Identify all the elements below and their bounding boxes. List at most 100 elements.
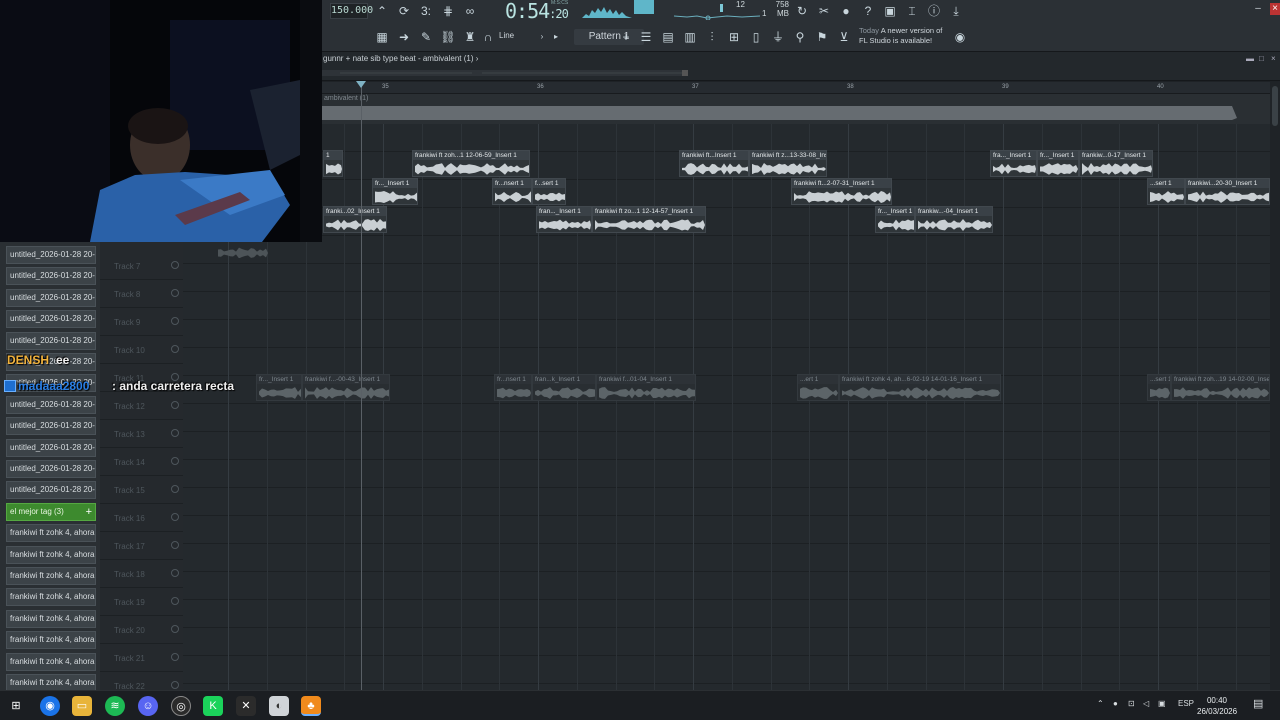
track-header[interactable]: Track 18	[100, 560, 183, 588]
audio-clip[interactable]: frankiwi ft zo...1 12-14-57_Insert 1	[592, 206, 706, 233]
track-mute-icon[interactable]	[171, 457, 179, 465]
picker-clip-item[interactable]: untitled_2026-01-28 20-...	[6, 310, 96, 329]
piano-roll-icon[interactable]: ▤	[660, 29, 676, 45]
picker-clip-item[interactable]: untitled_2026-01-28 20-...	[6, 267, 96, 286]
microphone-icon[interactable]: ●	[838, 3, 854, 19]
track-lane[interactable]	[183, 432, 1270, 460]
audio-clip[interactable]: frankiwi ft z...13-33-08_Insert 1	[749, 150, 827, 177]
playlist-grid[interactable]: 1 frankiwi ft zoh...1 12-06-59_Insert 1 fr…	[183, 124, 1270, 690]
track-header[interactable]: Track 9	[100, 308, 183, 336]
track-lane[interactable]	[183, 656, 1270, 684]
playlist-close-icon[interactable]: ×	[1271, 52, 1276, 65]
browser-icon[interactable]: ⊞	[726, 29, 742, 45]
track-mute-icon[interactable]	[171, 401, 179, 409]
track-lane[interactable]	[183, 544, 1270, 572]
picker-clip-item[interactable]: untitled_2026-01-28 20-...	[6, 246, 96, 264]
title-arrow[interactable]: ›	[476, 54, 479, 63]
picker-clip-item[interactable]: untitled_2026-01-28 20-...	[6, 395, 96, 414]
picker-clip-item[interactable]: frankiwi ft zohk 4, ahora...	[6, 631, 96, 650]
audio-clip[interactable]: ...sert 1	[1147, 178, 1185, 205]
track-header[interactable]: Track 16	[100, 504, 183, 532]
track-mute-icon[interactable]	[171, 569, 179, 577]
cart-icon[interactable]: ⊻	[836, 29, 852, 45]
track-lane[interactable]	[183, 264, 1270, 292]
audio-clip[interactable]: frankiwi ft zohk 4, ah...6-02-19 14-01-1…	[839, 374, 1001, 401]
track-mute-icon[interactable]	[171, 541, 179, 549]
help-icon[interactable]: ?	[860, 3, 876, 19]
picker-clip-item[interactable]: frankiwi ft zohk 4, ahora...	[6, 652, 96, 671]
audio-clip[interactable]: fr..._Insert 1	[875, 206, 915, 233]
info-icon[interactable]: ⓘ	[926, 3, 942, 19]
playlist-overview-bar[interactable]	[322, 65, 1280, 81]
link-icon[interactable]: ⛓	[440, 29, 456, 45]
discord-icon[interactable]: ☺	[138, 696, 158, 716]
vertical-scrollbar[interactable]	[1270, 82, 1280, 690]
track-lane[interactable]	[183, 572, 1270, 600]
audio-clip[interactable]: frankiwi f...-00-43_Insert 1	[302, 374, 390, 401]
track-lane[interactable]	[183, 488, 1270, 516]
track-header[interactable]: Track 17	[100, 532, 183, 560]
master-audio-clip[interactable]: ambivalent (1)	[322, 94, 1270, 124]
add-icon[interactable]: +	[86, 504, 92, 520]
track-header[interactable]: Track 13	[100, 420, 183, 448]
track-lane[interactable]	[183, 292, 1270, 320]
language-indicator[interactable]: ESP	[1178, 699, 1194, 708]
audio-clip[interactable]: fr...nsert 1	[492, 178, 532, 205]
cut-icon[interactable]: ✂	[816, 3, 832, 19]
track-header[interactable]: Track 8	[100, 280, 183, 308]
mixer-icon[interactable]: ⫶	[704, 29, 720, 45]
audio-clip[interactable]: frankiw...0-17_Insert 1	[1079, 150, 1153, 177]
scrollbar-thumb[interactable]	[1272, 86, 1278, 126]
track-lane[interactable]	[183, 320, 1270, 348]
track-lane[interactable]	[183, 404, 1270, 432]
audio-clip[interactable]: fr...nsert 1	[494, 374, 532, 401]
audio-clip[interactable]: fr..._Insert 1	[256, 374, 302, 401]
track-mute-icon[interactable]	[171, 429, 179, 437]
picker-clip-item[interactable]: untitled_2026-01-28 20-...	[6, 331, 96, 350]
playhead-marker[interactable]	[356, 81, 366, 88]
audio-clip[interactable]: frankiwi ft zoh...19 14-02-00_Insert 1	[1171, 374, 1270, 401]
picker-clip-item[interactable]: untitled_2026-01-28 20-...	[6, 288, 96, 307]
track-header[interactable]: Track 14	[100, 448, 183, 476]
news-panel[interactable]: Today A newer version of FL Studio is av…	[859, 26, 942, 46]
track-lane[interactable]	[183, 236, 1270, 264]
audio-clip[interactable]: ...ert 1	[797, 374, 839, 401]
track-mute-icon[interactable]	[171, 345, 179, 353]
track-header[interactable]: Track 15	[100, 476, 183, 504]
audio-clip[interactable]: fran..._Insert 1	[536, 206, 592, 233]
track-lane[interactable]	[183, 460, 1270, 488]
track-mute-icon[interactable]	[171, 653, 179, 661]
track-header[interactable]: Track 21	[100, 644, 183, 672]
tray-chevron-icon[interactable]: ⌃	[1097, 699, 1104, 708]
tempo-tap-icon[interactable]: ⚲	[792, 29, 808, 45]
playlist-maximize-icon[interactable]: □	[1259, 52, 1264, 65]
pattern-arrow-icon[interactable]: ▸	[548, 29, 564, 45]
track-mute-icon[interactable]	[171, 289, 179, 297]
audio-clip[interactable]: fr..._Insert 1	[372, 178, 418, 205]
tray-mic-icon[interactable]: ●	[1113, 699, 1118, 708]
tray-usb-icon[interactable]: ⊡	[1128, 699, 1135, 708]
track-lane[interactable]	[183, 628, 1270, 656]
file-icon[interactable]: ▯	[748, 29, 764, 45]
plug-icon[interactable]: ⏚	[770, 29, 786, 45]
audio-clip[interactable]: frankiwi f...01-04_Insert 1	[596, 374, 696, 401]
close-button[interactable]: ×	[1270, 3, 1280, 15]
kick-icon[interactable]: K	[203, 696, 223, 716]
track-header[interactable]: Track 19	[100, 588, 183, 616]
timeline-ruler[interactable]: 35 36 37 38 39 40	[322, 82, 1270, 94]
magnet-icon[interactable]: ∩	[480, 29, 496, 45]
audio-clip[interactable]: f...sert 1	[532, 178, 566, 205]
picker-clip-item[interactable]: frankiwi ft zohk 4, ahora...	[6, 567, 96, 585]
audio-clip[interactable]: franki...02_Insert 1	[323, 206, 387, 233]
step-edit-icon[interactable]: ⋕	[440, 3, 456, 19]
track-mute-icon[interactable]	[171, 625, 179, 633]
playlist-icon[interactable]: ☰	[638, 29, 654, 45]
notification-icon[interactable]: ▤	[1253, 697, 1263, 710]
tray-network-icon[interactable]: ▣	[1158, 699, 1166, 708]
track-header[interactable]: Track 12	[100, 392, 183, 420]
audio-clip[interactable]: 1	[323, 150, 343, 177]
audio-clip[interactable]: ...sert 1	[1147, 374, 1171, 401]
playlist-minimize-icon[interactable]: ▬	[1246, 52, 1254, 65]
track-header[interactable]: Track 7	[100, 252, 183, 280]
taskbar-clock[interactable]: 00:40 26/03/2026	[1197, 695, 1237, 717]
